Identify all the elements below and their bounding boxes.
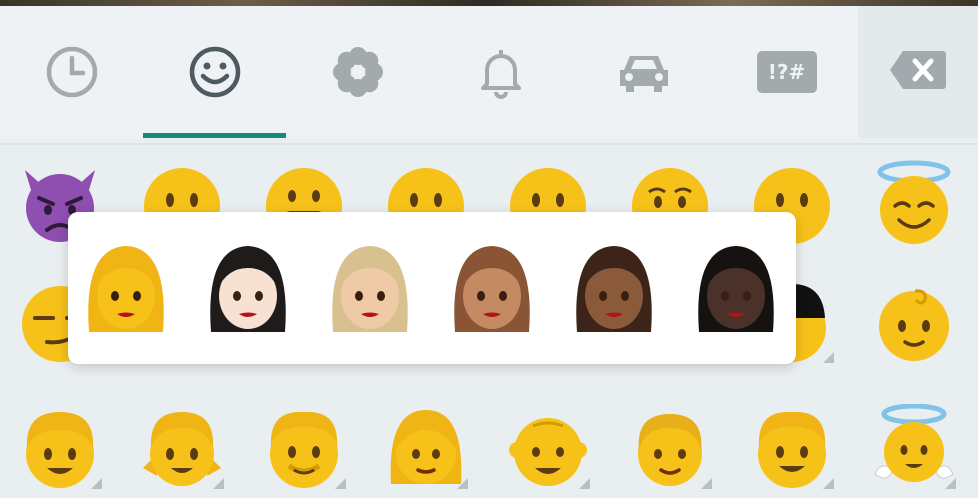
- woman-medium-emoji: [454, 246, 530, 332]
- emoji-baby-angel[interactable]: [864, 397, 964, 497]
- category-tabs: !?#: [0, 6, 858, 138]
- emoji-girl[interactable]: [132, 397, 232, 497]
- tab-places[interactable]: [572, 6, 715, 138]
- woman-default-emoji: [88, 246, 164, 332]
- skin-tone-variant-mark: [945, 478, 956, 489]
- skin-tone-variant-mark: [457, 478, 468, 489]
- bell-icon: [471, 42, 531, 102]
- skin-tone-variant-mark: [335, 478, 346, 489]
- skin-tone-light[interactable]: [198, 236, 298, 340]
- emoji-baby[interactable]: [864, 271, 964, 371]
- skin-tone-variant-mark: [823, 478, 834, 489]
- clock-icon: [42, 42, 102, 102]
- emoji-older-man[interactable]: [498, 397, 598, 497]
- skin-tone-medium[interactable]: [442, 236, 542, 340]
- backspace-icon: [889, 49, 947, 95]
- tab-nature[interactable]: [286, 6, 429, 138]
- active-tab-indicator: [143, 133, 286, 138]
- skin-tone-popup: [68, 212, 796, 364]
- woman-light-emoji: [210, 246, 286, 332]
- smiley-icon: [185, 42, 245, 102]
- tab-objects[interactable]: [429, 6, 572, 138]
- emoji-older-woman[interactable]: [620, 397, 720, 497]
- emoji-boy[interactable]: [10, 397, 110, 497]
- car-icon: [614, 42, 674, 102]
- symbols-icon: !?#: [756, 51, 817, 93]
- skin-tone-medium-light[interactable]: [320, 236, 420, 340]
- tab-recent[interactable]: [0, 6, 143, 138]
- emoji-man[interactable]: [254, 397, 354, 497]
- tab-symbols[interactable]: !?#: [715, 6, 858, 138]
- symbols-label: !?#: [767, 60, 806, 84]
- skin-tone-variant-mark: [701, 478, 712, 489]
- emoji-category-bar: !?#: [0, 6, 978, 145]
- skin-tone-medium-dark[interactable]: [564, 236, 664, 340]
- emoji-smiling-face-with-halo[interactable]: [864, 153, 964, 253]
- tab-smileys[interactable]: [143, 6, 286, 138]
- skin-tone-default[interactable]: [76, 236, 176, 340]
- woman-medium-dark-emoji: [576, 246, 652, 332]
- emoji-man[interactable]: [742, 397, 842, 497]
- backspace-button[interactable]: [858, 6, 978, 138]
- skin-tone-variant-mark: [91, 478, 102, 489]
- skin-tone-variant-mark: [579, 478, 590, 489]
- skin-tone-dark[interactable]: [686, 236, 786, 340]
- skin-tone-variant-mark: [213, 478, 224, 489]
- woman-medium-light-emoji: [332, 246, 408, 332]
- woman-dark-emoji: [698, 246, 774, 332]
- flower-icon: [328, 42, 388, 102]
- emoji-woman[interactable]: [376, 397, 476, 497]
- skin-tone-variant-mark: [823, 352, 834, 363]
